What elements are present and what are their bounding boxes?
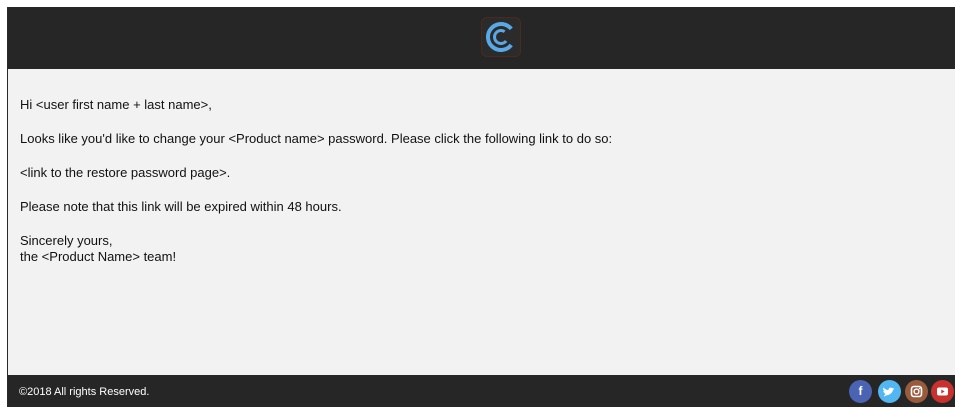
signoff-line-2: the <Product Name> team! [20, 249, 177, 264]
email-body: Hi <user first name + last name>, Looks … [20, 97, 940, 283]
twitter-icon[interactable] [878, 380, 901, 403]
facebook-icon[interactable]: f [849, 380, 872, 403]
signoff-line-1: Sincerely yours, [20, 233, 113, 248]
signoff: Sincerely yours, the <Product Name> team… [20, 233, 940, 265]
expiry-note-text: Please note that this link will be expir… [20, 199, 342, 214]
greeting-text: Hi <user first name + last name>, [20, 97, 212, 112]
instagram-icon[interactable] [905, 380, 928, 403]
email-footer: ©2018 All rights Reserved. f [8, 375, 955, 407]
copyright-text: ©2018 All rights Reserved. [19, 386, 150, 398]
email-header [8, 7, 955, 69]
instructions-text: Looks like you'd like to change your <Pr… [20, 131, 613, 146]
c-logo-icon [481, 17, 521, 57]
email-frame: Hi <user first name + last name>, Looks … [7, 7, 955, 407]
youtube-icon[interactable] [931, 380, 954, 403]
restore-password-link[interactable]: <link to the restore password page>. [20, 165, 940, 181]
